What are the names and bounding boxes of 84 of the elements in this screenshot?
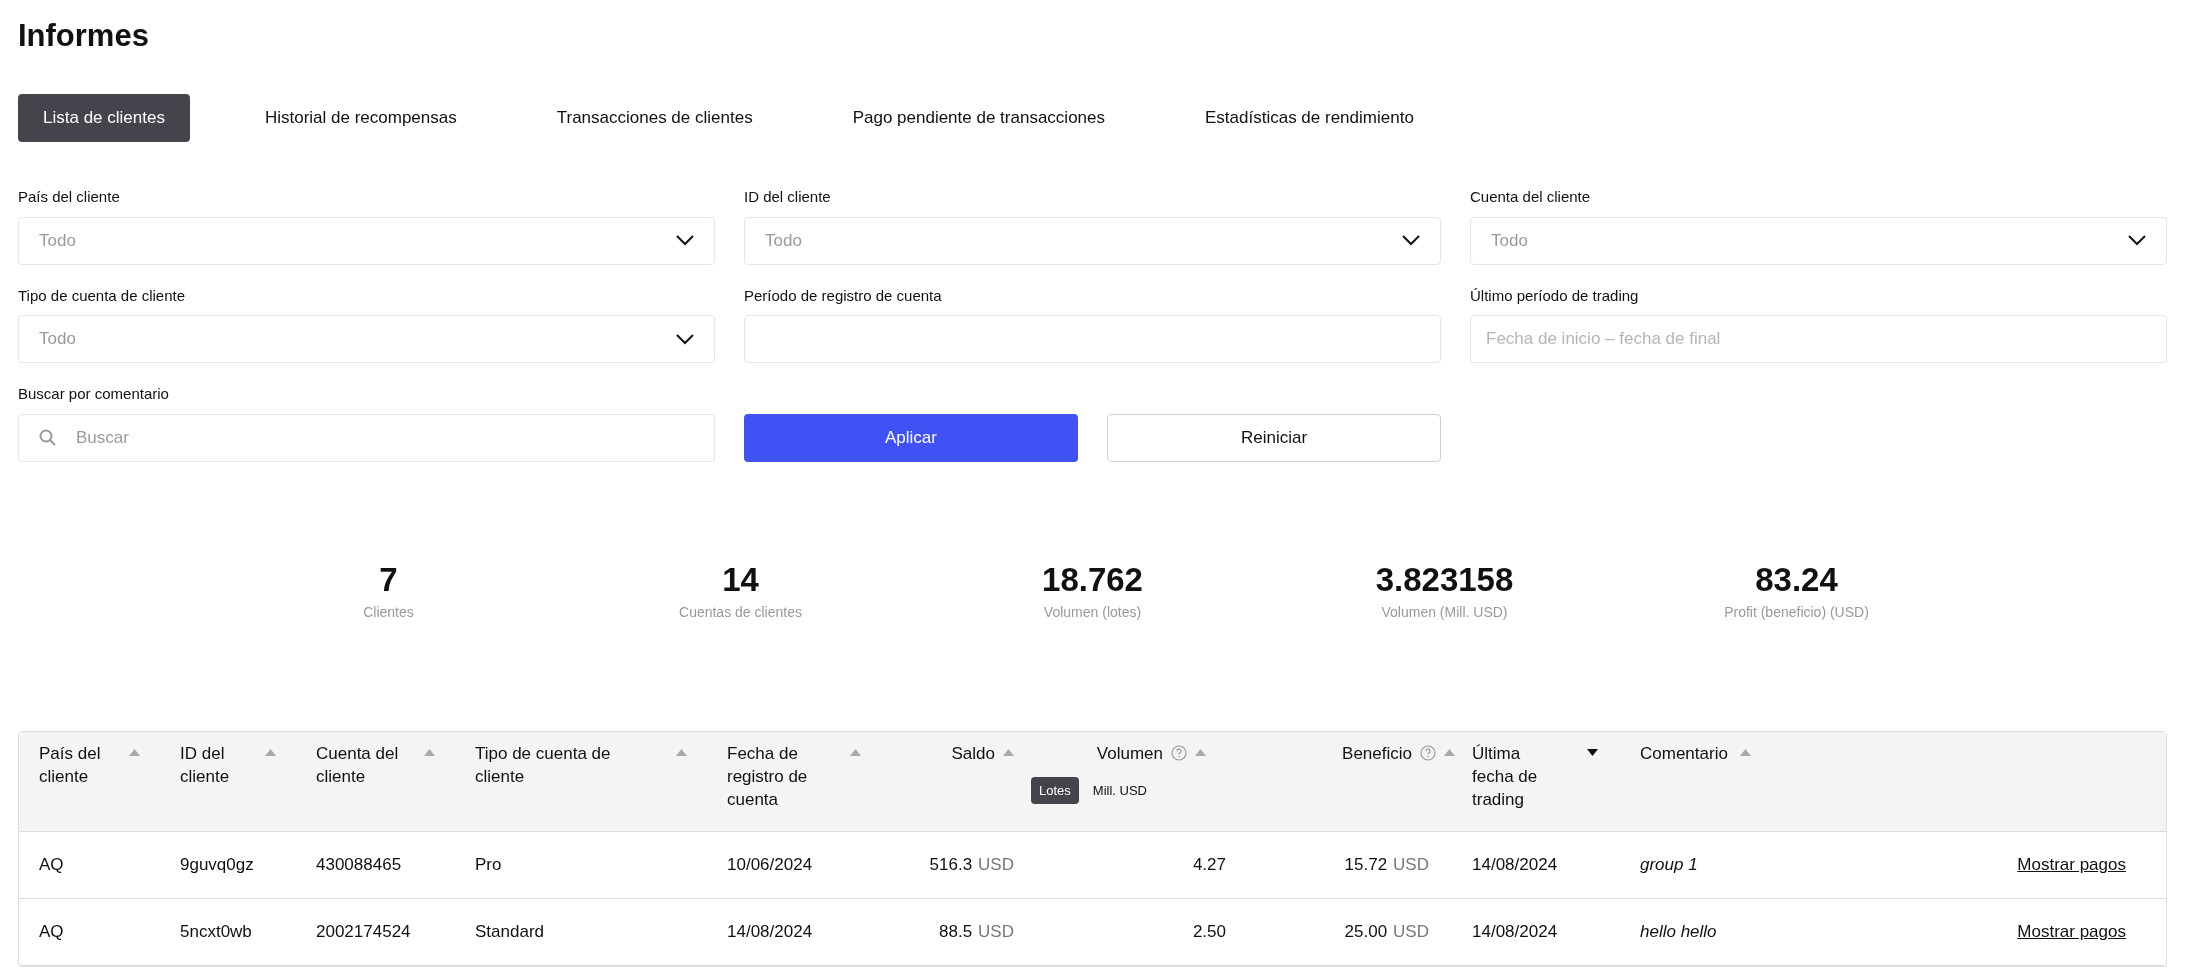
table-cell-text: 14/08/2024: [1472, 920, 1559, 943]
tab[interactable]: Historial de recompensas: [239, 94, 482, 142]
input-field[interactable]: [744, 315, 1441, 363]
stat-label: Volumen (Mill. USD): [1381, 602, 1508, 622]
sort-ascending-icon[interactable]: [265, 748, 276, 756]
search-icon: [39, 429, 56, 446]
sort-ascending-icon[interactable]: [850, 748, 861, 756]
table-cell-text: 15.72: [1344, 853, 1388, 876]
table-cell-text: 516.3: [929, 853, 973, 876]
currency-label: USD: [1393, 853, 1429, 876]
field-label: País del cliente: [18, 187, 121, 207]
stat-label: Cuentas de clientes: [679, 602, 802, 622]
table-cell-text: 5ncxt0wb: [180, 920, 253, 943]
currency-label: USD: [1393, 920, 1429, 943]
stat-value: 3.823158: [1375, 559, 1514, 600]
column-header: Fecha de registro de cuenta: [727, 742, 809, 811]
sort-ascending-icon[interactable]: [1003, 748, 1014, 756]
input-field[interactable]: Fecha de inicio – fecha de final: [1470, 315, 2167, 363]
search-field[interactable]: Buscar: [18, 413, 715, 462]
field-label: Tipo de cuenta de cliente: [18, 285, 187, 306]
apply-button[interactable]: Aplicar: [744, 413, 1078, 462]
column-header: Volumen: [1096, 742, 1163, 765]
stat-value: 7: [379, 559, 398, 600]
tab[interactable]: Lista de clientes: [18, 94, 190, 142]
table-cell-text: 14/08/2024: [1472, 853, 1559, 876]
table-cell-text: 2.50: [1192, 920, 1226, 943]
column-header: Saldo: [951, 742, 995, 765]
chevron-down-icon: [2128, 235, 2146, 246]
table-cell-text: 10/06/2024: [727, 853, 814, 876]
help-icon[interactable]: [1171, 744, 1187, 761]
table-cell-text: AQ: [39, 920, 65, 943]
tab[interactable]: Transacciones de clientes: [531, 94, 778, 142]
stat-value: 83.24: [1755, 559, 1838, 600]
tab[interactable]: Pago pendiente de transacciones: [827, 94, 1130, 142]
table-cell-text: 4.27: [1192, 853, 1226, 876]
field-label: Período de registro de cuenta: [744, 285, 943, 306]
column-header: Beneficio: [1342, 742, 1412, 765]
sort-ascending-icon[interactable]: [424, 748, 435, 756]
sort-descending-icon[interactable]: [1587, 748, 1598, 756]
stat-value: 14: [722, 559, 759, 600]
sort-ascending-icon[interactable]: [129, 748, 140, 756]
table-cell-text: 2002174524: [316, 920, 412, 943]
column-header: Comentario: [1640, 742, 1728, 765]
sort-ascending-icon[interactable]: [1195, 748, 1206, 756]
currency-label: USD: [978, 853, 1014, 876]
table-cell-text: 9guvq0gz: [180, 853, 255, 876]
chevron-down-icon: [1402, 235, 1420, 246]
table-cell-text: 88.5: [939, 920, 973, 943]
chevron-down-icon: [676, 235, 694, 246]
stat-label: Profit (beneficio) (USD): [1724, 602, 1869, 622]
table-cell-text: 430088465: [316, 853, 403, 876]
table-cell-text: group 1: [1640, 853, 1699, 876]
sort-ascending-icon[interactable]: [676, 748, 687, 756]
unit-toggle[interactable]: Mill. USD: [1084, 776, 1155, 804]
field-label: ID del cliente: [744, 187, 832, 207]
chevron-down-icon: [676, 333, 694, 345]
table-cell-text: Standard: [475, 920, 545, 943]
reset-button[interactable]: Reiniciar: [1107, 413, 1441, 462]
table-cell-text: hello hello: [1640, 920, 1718, 943]
column-header: Tipo de cuenta de cliente: [475, 742, 612, 788]
stat-label: Volumen (lotes): [1043, 602, 1142, 622]
currency-label: USD: [978, 920, 1014, 943]
page-title: Informes: [18, 17, 150, 55]
field-label: Cuenta del cliente: [1470, 187, 1592, 207]
stat-label: Clientes: [363, 602, 414, 622]
field-label: Último período de trading: [1470, 285, 1640, 306]
column-header: ID del cliente: [180, 742, 231, 788]
table-cell-text: 14/08/2024: [727, 920, 814, 943]
show-payments-link[interactable]: Mostrar pagos: [2017, 851, 2126, 878]
table-cell-text: Pro: [475, 853, 503, 876]
stat-value: 18.762: [1042, 559, 1143, 600]
sort-ascending-icon[interactable]: [1444, 748, 1455, 756]
tab[interactable]: Estadísticas de rendimiento: [1180, 94, 1439, 142]
field-label: Buscar por comentario: [18, 384, 170, 404]
search-input[interactable]: Buscar: [76, 424, 694, 451]
column-header: Cuenta del cliente: [316, 742, 400, 788]
column-header: Última fecha de trading: [1472, 742, 1539, 811]
show-payments-link[interactable]: Mostrar pagos: [2017, 918, 2126, 945]
sort-ascending-icon[interactable]: [1739, 748, 1751, 756]
table-cell-text: AQ: [39, 853, 65, 876]
unit-toggle[interactable]: Lotes: [1031, 776, 1079, 804]
table-cell-text: 25.00: [1344, 920, 1388, 943]
column-header: País del cliente: [39, 742, 102, 788]
help-icon[interactable]: [1420, 744, 1436, 761]
